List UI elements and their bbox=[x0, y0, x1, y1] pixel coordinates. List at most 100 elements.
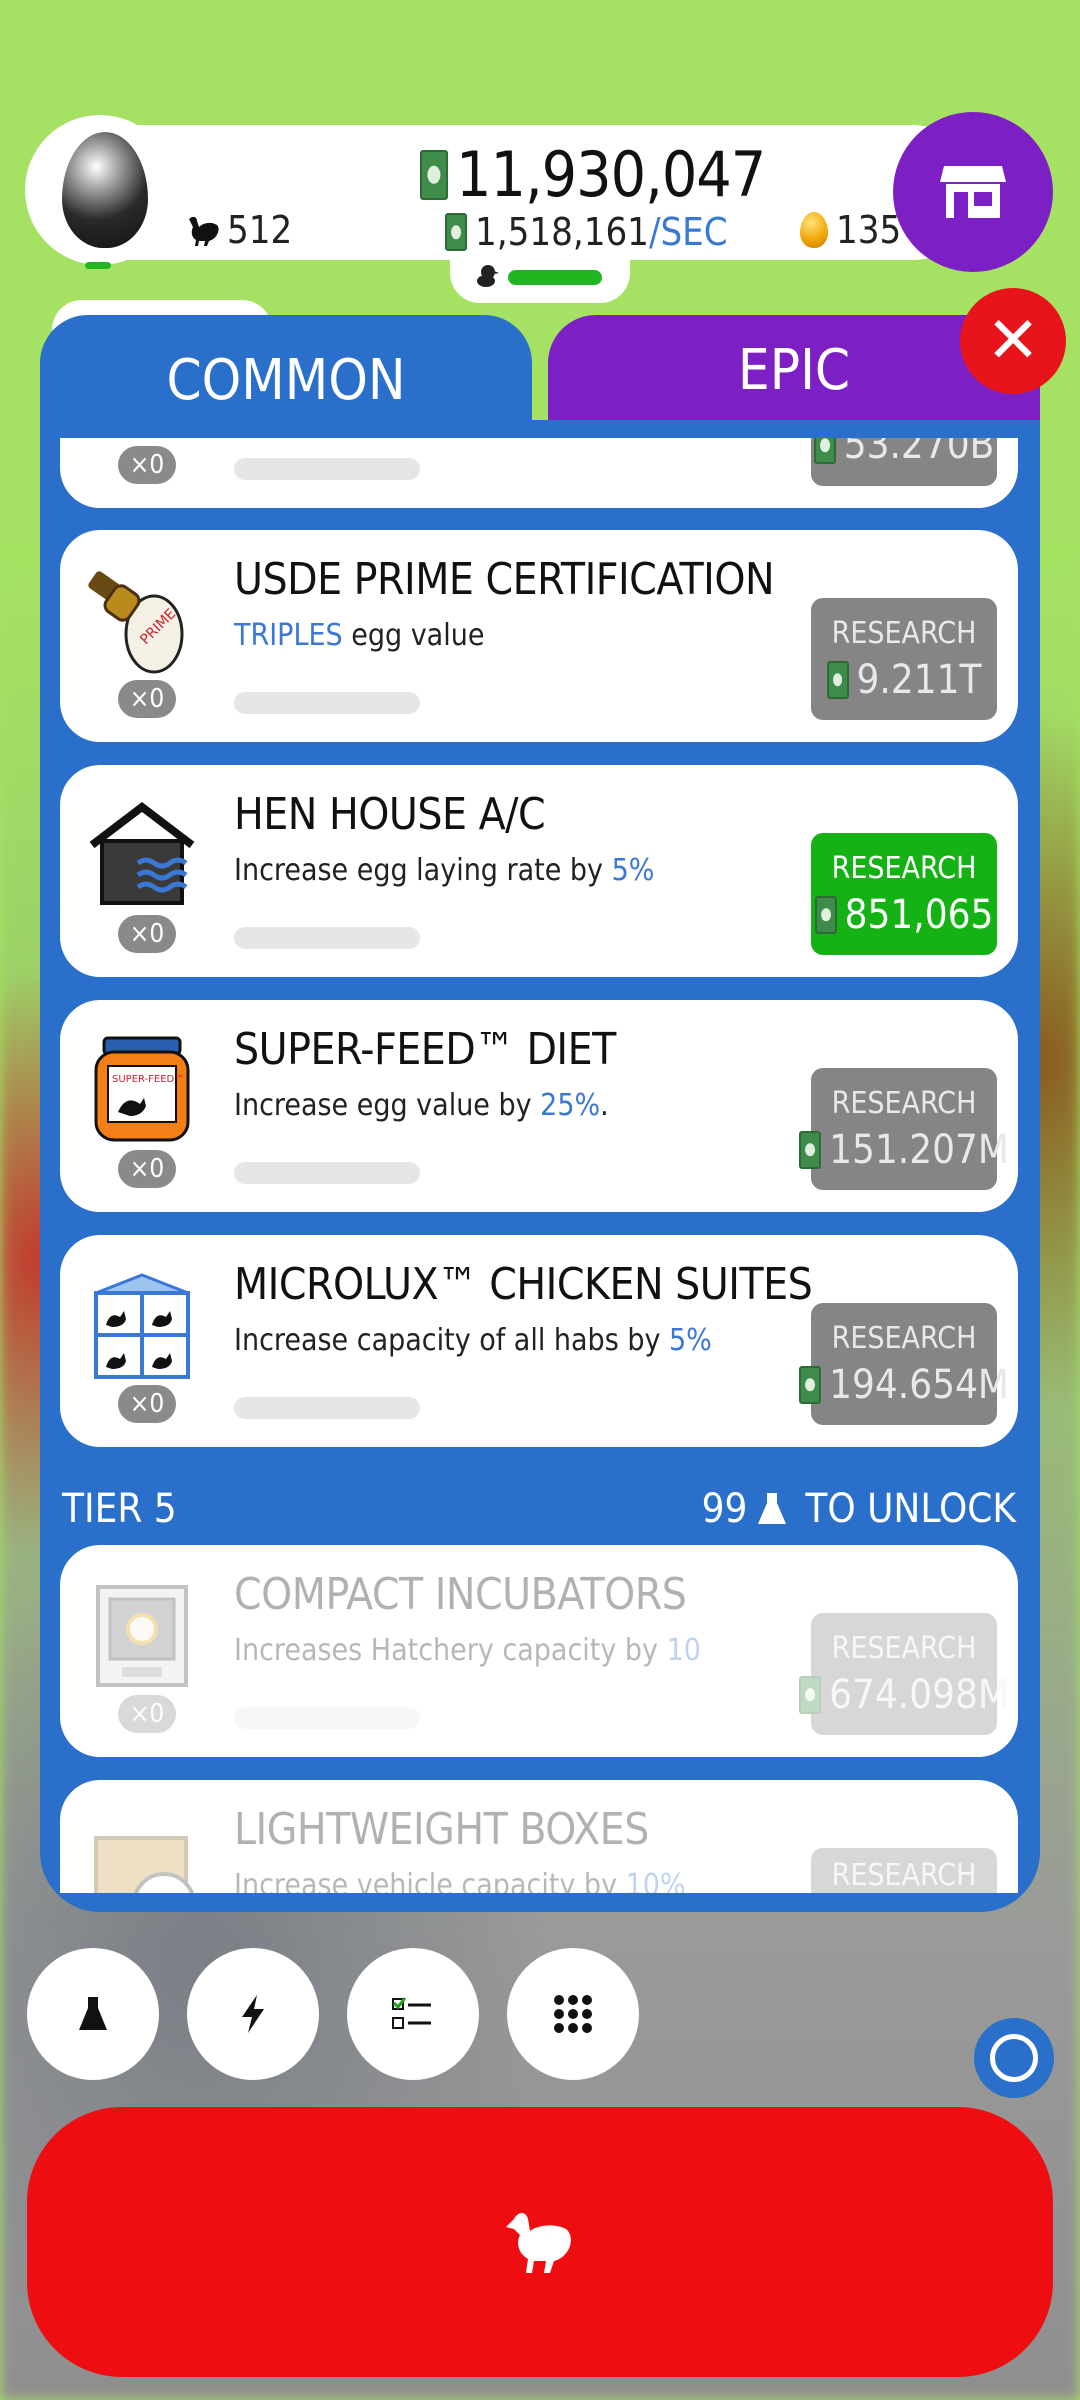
research-card: HEN HOUSE A/C Increase egg laying rate b… bbox=[60, 765, 1018, 977]
tier-label: TIER 5 bbox=[62, 1486, 177, 1532]
research-button[interactable]: RESEARCH 151.207M bbox=[799, 1068, 1009, 1190]
research-button[interactable]: 53.270B bbox=[811, 438, 997, 486]
research-button-label: RESEARCH bbox=[831, 1085, 977, 1121]
menu-button[interactable] bbox=[507, 1948, 639, 2080]
research-cost: 674.098M bbox=[799, 1672, 1009, 1718]
research-title: MICROLUX™ CHICKEN SUITES bbox=[234, 1259, 813, 1310]
research-button-label: RESEARCH bbox=[831, 1858, 977, 1893]
research-title: COMPACT INCUBATORS bbox=[234, 1569, 687, 1620]
egg-level-indicator bbox=[85, 262, 111, 269]
research-progress-bar bbox=[234, 1707, 420, 1729]
research-cost: 9.211T bbox=[826, 657, 981, 703]
research-description: TRIPLES egg value bbox=[234, 618, 485, 653]
money-rate-unit: /SEC bbox=[648, 210, 728, 254]
svg-text:SUPER-FEED™: SUPER-FEED™ bbox=[112, 1074, 184, 1085]
shop-button[interactable] bbox=[893, 112, 1053, 272]
research-button[interactable]: RESEARCH 674.098M bbox=[799, 1613, 1009, 1735]
tier-header: TIER 5 99 TO UNLOCK bbox=[60, 1478, 1018, 1538]
money-total: 11,930,047 bbox=[420, 138, 766, 211]
golden-egg-count: 135 bbox=[800, 208, 901, 252]
money-total-value: 11,930,047 bbox=[456, 138, 766, 211]
tier-unlock-count: 99 bbox=[701, 1486, 748, 1532]
research-count-badge: ×0 bbox=[118, 1695, 176, 1733]
tier-unlock-text: TO UNLOCK bbox=[805, 1486, 1016, 1532]
chicken-silhouette-icon bbox=[189, 216, 219, 246]
tab-common[interactable]: COMMON bbox=[40, 315, 532, 445]
research-cost: 194.654M bbox=[799, 1362, 1009, 1408]
research-button[interactable]: RESEARCH 194.654M bbox=[799, 1303, 1009, 1425]
research-progress-bar bbox=[234, 1162, 420, 1184]
cash-icon bbox=[813, 438, 836, 464]
tab-epic-label: EPIC bbox=[737, 337, 851, 403]
research-card: PRIME USDE PRIME CERTIFICATION TRIPLES e… bbox=[60, 530, 1018, 742]
chicken-count: 512 bbox=[185, 208, 292, 252]
camera-toggle-button[interactable] bbox=[974, 2018, 1054, 2098]
research-cost: 53.270B bbox=[813, 438, 994, 468]
research-title: USDE PRIME CERTIFICATION bbox=[234, 554, 775, 605]
flask-icon bbox=[79, 1997, 107, 2030]
chicken-count-value: 512 bbox=[227, 208, 293, 252]
research-card: ×0 53.270B bbox=[60, 438, 1018, 508]
incubator-icon bbox=[96, 1585, 188, 1687]
research-description: Increase capacity of all habs by 5% bbox=[234, 1323, 712, 1358]
prime-stamp-egg-icon: PRIME bbox=[88, 571, 184, 674]
cash-icon bbox=[799, 1675, 822, 1714]
cash-icon bbox=[799, 1365, 822, 1404]
research-card-locked: COMPACT INCUBATORS Increases Hatchery ca… bbox=[60, 1545, 1018, 1757]
research-progress-bar bbox=[234, 927, 420, 949]
super-feed-jar-icon: SUPER-FEED™ bbox=[94, 1036, 190, 1142]
research-count-badge: ×0 bbox=[118, 1150, 176, 1188]
research-count-badge: ×0 bbox=[118, 1385, 176, 1423]
research-button[interactable]: RESEARCH 851,065 bbox=[811, 833, 997, 955]
money-rate-value: 1,518,161 bbox=[475, 210, 649, 254]
golden-egg-value: 135 bbox=[836, 208, 902, 252]
research-description: Increases Hatchery capacity by 10 bbox=[234, 1633, 701, 1668]
research-description: Increase vehicle capacity by 10% bbox=[234, 1868, 686, 1893]
cash-icon bbox=[814, 895, 837, 934]
research-button[interactable]: RESEARCH 9.211T bbox=[811, 598, 997, 720]
chicken-suites-icon bbox=[94, 1273, 190, 1379]
research-count-badge: ×0 bbox=[118, 446, 176, 484]
research-cost: 851,065 bbox=[814, 892, 993, 938]
tier-unlock-requirement: 99 TO UNLOCK bbox=[702, 1486, 1016, 1532]
research-cost: 151.207M bbox=[799, 1127, 1009, 1173]
research-title: HEN HOUSE A/C bbox=[234, 789, 546, 840]
research-button-label: RESEARCH bbox=[831, 850, 977, 886]
research-count-badge: ×0 bbox=[118, 680, 176, 718]
research-progress-bar bbox=[234, 1397, 420, 1419]
cash-icon bbox=[826, 660, 849, 699]
research-button-nav[interactable] bbox=[27, 1948, 159, 2080]
research-card-locked: LIGHTWEIGHT BOXES Increase vehicle capac… bbox=[60, 1780, 1018, 1893]
lightning-icon bbox=[242, 1995, 264, 2033]
circle-icon bbox=[990, 2034, 1038, 2082]
lightweight-box-icon bbox=[94, 1836, 195, 1893]
research-button-label: RESEARCH bbox=[831, 615, 977, 651]
cash-icon bbox=[799, 1130, 822, 1169]
chicken-icon bbox=[506, 2213, 571, 2273]
research-progress-bar bbox=[234, 458, 420, 480]
flask-icon bbox=[758, 1493, 787, 1524]
research-card: MICROLUX™ CHICKEN SUITES Increase capaci… bbox=[60, 1235, 1018, 1447]
research-button-label: RESEARCH bbox=[831, 1630, 977, 1666]
golden-egg-icon bbox=[800, 212, 828, 248]
research-description: Increase egg laying rate by 5% bbox=[234, 853, 655, 888]
research-count-badge: ×0 bbox=[118, 915, 176, 953]
research-list[interactable]: ×0 53.270B PRIME USDE PRIME CERTIFICATIO… bbox=[60, 438, 1020, 1893]
research-progress-bar bbox=[234, 692, 420, 714]
checklist-icon bbox=[392, 1997, 431, 2029]
hen-house-ac-icon bbox=[89, 801, 195, 905]
research-button[interactable]: RESEARCH bbox=[811, 1848, 997, 1893]
money-rate: 1,518,161/SEC bbox=[445, 210, 728, 254]
cash-icon bbox=[420, 149, 448, 200]
close-button[interactable]: ✕ bbox=[960, 288, 1066, 394]
boost-button[interactable] bbox=[187, 1948, 319, 2080]
shop-icon bbox=[940, 166, 1006, 218]
close-icon: ✕ bbox=[986, 304, 1040, 378]
tab-common-label: COMMON bbox=[166, 347, 406, 413]
hatch-chicken-button[interactable] bbox=[27, 2107, 1053, 2377]
grid-icon bbox=[554, 1995, 592, 2033]
cash-icon bbox=[445, 213, 467, 251]
research-description: Increase egg value by 25%. bbox=[234, 1088, 609, 1123]
chick-icon bbox=[474, 262, 500, 295]
missions-button[interactable] bbox=[347, 1948, 479, 2080]
